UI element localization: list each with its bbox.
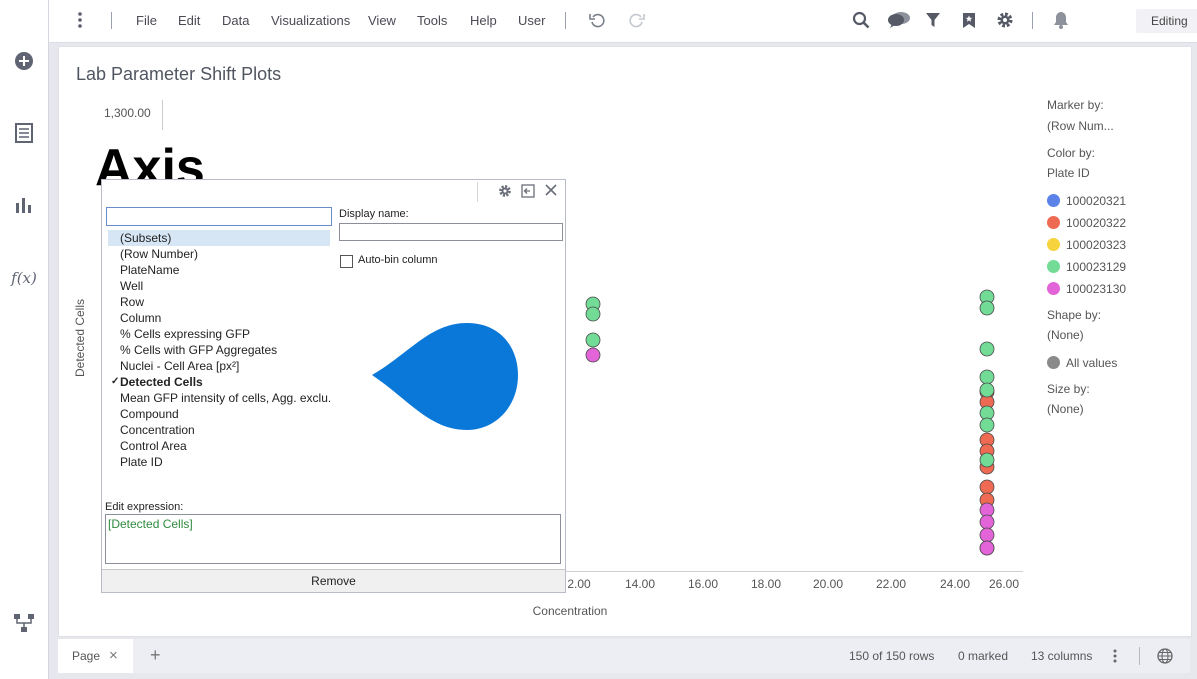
column-list-item-label: Mean GFP intensity of cells, Agg. exclu.…: [120, 391, 330, 405]
loading-droplet-shape: [372, 323, 518, 430]
popup-dock-icon[interactable]: [521, 184, 537, 200]
column-list-item[interactable]: % Cells expressing GFP: [108, 326, 330, 342]
display-name-label: Display name:: [339, 208, 409, 220]
column-list-item[interactable]: Well: [108, 278, 330, 294]
remove-button[interactable]: Remove: [102, 569, 565, 592]
shape-by-value[interactable]: (None): [1047, 328, 1084, 342]
column-list-item[interactable]: PlateName: [108, 262, 330, 278]
more-vertical-icon[interactable]: [1113, 649, 1117, 668]
column-list-item-label: (Subsets): [120, 231, 172, 245]
column-list-item-label: Plate ID: [120, 455, 163, 469]
data-point[interactable]: [979, 479, 995, 495]
data-point[interactable]: [979, 527, 995, 543]
column-list-item[interactable]: % Cells with GFP Aggregates: [108, 342, 330, 358]
data-point[interactable]: [979, 452, 995, 468]
all-values-label[interactable]: All values: [1066, 356, 1117, 370]
column-list-item[interactable]: Plate ID: [108, 454, 330, 470]
column-search-input[interactable]: [106, 207, 332, 226]
legend-item-100020322[interactable]: 100020322: [1066, 216, 1126, 230]
popup-header-separator: [477, 182, 478, 202]
column-list-item-label: Well: [120, 279, 144, 293]
data-point[interactable]: [585, 306, 601, 322]
column-list-item[interactable]: Mean GFP intensity of cells, Agg. exclu.…: [108, 390, 330, 406]
column-list-item[interactable]: Compound: [108, 406, 330, 422]
column-list-item[interactable]: (Subsets): [108, 230, 330, 246]
data-point[interactable]: [585, 332, 601, 348]
column-list-item-label: % Cells expressing GFP: [120, 327, 251, 341]
legend-item-100020323[interactable]: 100020323: [1066, 238, 1126, 252]
popup-header: [102, 180, 565, 204]
column-list-item-label: Nuclei - Cell Area [px²]: [120, 359, 240, 373]
column-list-item[interactable]: (Row Number): [108, 246, 330, 262]
column-list-item[interactable]: ✓ Detected Cells: [108, 374, 330, 390]
marker-by-value[interactable]: (Row Num...: [1047, 119, 1114, 133]
column-list-item-label: Detected Cells: [120, 375, 203, 389]
size-by-label: Size by:: [1047, 382, 1090, 396]
close-tab-icon[interactable]: ×: [109, 647, 118, 664]
page-tab[interactable]: Page ×: [58, 639, 133, 673]
globe-icon[interactable]: [1157, 648, 1173, 669]
column-list-item[interactable]: Control Area: [108, 438, 330, 454]
data-point[interactable]: [585, 347, 601, 363]
popup-close-icon[interactable]: [544, 183, 560, 199]
column-selector-popup: (Subsets) (Row Number) PlateName Well Row Col…: [101, 179, 566, 593]
legend-item-100020321[interactable]: 100020321: [1066, 194, 1126, 208]
data-point[interactable]: [979, 417, 995, 433]
data-point[interactable]: [979, 369, 995, 385]
row-count: 150 of 150 rows: [849, 649, 935, 663]
column-list-item-label: (Row Number): [120, 247, 199, 261]
expression-editor[interactable]: [Detected Cells]: [105, 514, 561, 564]
add-page-icon[interactable]: +: [150, 645, 161, 666]
expression-text: [Detected Cells]: [108, 517, 193, 531]
legend-color-dot: [1047, 194, 1060, 207]
data-point[interactable]: [979, 341, 995, 357]
column-list-item[interactable]: Row: [108, 294, 330, 310]
column-list-item-label: PlateName: [120, 263, 180, 277]
column-list-item-label: Compound: [120, 407, 179, 421]
legend-item-100023130[interactable]: 100023130: [1066, 282, 1126, 296]
column-list-item[interactable]: Column: [108, 310, 330, 326]
color-by-label: Color by:: [1047, 146, 1096, 160]
popup-settings-gear-icon[interactable]: [498, 184, 514, 200]
column-list-item-label: Row: [120, 295, 145, 309]
column-list-item-label: Control Area: [120, 439, 187, 453]
page-tab-label: Page: [72, 649, 101, 663]
droplet-path: [372, 323, 518, 430]
marker-by-label: Marker by:: [1047, 98, 1104, 112]
legend-color-dot: [1047, 216, 1060, 229]
color-by-value[interactable]: Plate ID: [1047, 166, 1090, 180]
size-by-value[interactable]: (None): [1047, 402, 1084, 416]
status-bar: Page × + 150 of 150 rows 0 marked 13 col…: [58, 639, 1190, 673]
edit-expression-label: Edit expression:: [105, 501, 184, 513]
column-list-item-label: Concentration: [120, 423, 195, 437]
column-list-item[interactable]: Concentration: [108, 422, 330, 438]
auto-bin-label: Auto-bin column: [358, 254, 438, 266]
column-list-item[interactable]: Nuclei - Cell Area [px²]: [108, 358, 330, 374]
status-separator: [1139, 647, 1140, 665]
legend-color-dot: [1047, 260, 1060, 273]
all-values-dot: [1047, 356, 1060, 369]
display-name-input[interactable]: [339, 223, 563, 241]
column-list-item-label: Column: [120, 311, 162, 325]
column-count: 13 columns: [1031, 649, 1093, 663]
legend-color-dot: [1047, 282, 1060, 295]
data-point[interactable]: [979, 382, 995, 398]
data-point[interactable]: [979, 540, 995, 556]
data-point[interactable]: [979, 300, 995, 316]
shape-by-label: Shape by:: [1047, 308, 1102, 322]
legend-item-100023129[interactable]: 100023129: [1066, 260, 1126, 274]
legend-color-dot: [1047, 238, 1060, 251]
checkmark-icon: ✓: [111, 376, 120, 387]
data-point[interactable]: [979, 514, 995, 530]
column-list-item-label: % Cells with GFP Aggregates: [120, 343, 278, 357]
auto-bin-checkbox[interactable]: [340, 255, 353, 268]
marked-count: 0 marked: [958, 649, 1009, 663]
